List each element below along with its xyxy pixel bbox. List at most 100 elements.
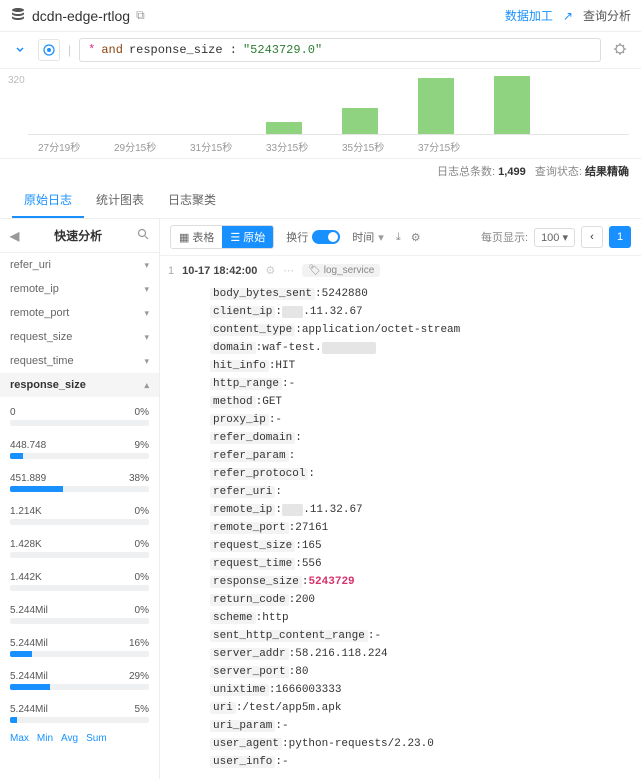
facet-bar [10,453,23,459]
kv-key: user_info [210,756,275,768]
view-raw-button[interactable]: ☰ 原始 [222,226,273,248]
log-kv[interactable]: request_size:165 [210,537,633,555]
link-data-processing[interactable]: 数据加工 [505,7,553,24]
new-window-icon[interactable]: ↗ [563,9,573,23]
target-icon[interactable] [38,39,60,61]
log-kv[interactable]: uri:/test/app5m.apk [210,699,633,717]
pager-current[interactable]: 1 [609,226,631,248]
log-toolbar: ▦ 表格 ☰ 原始 换行 时间 ▾ ⤓ ⚙ 每页显示: 100 [160,219,641,256]
facet-row[interactable]: 1.442K0% [0,562,159,595]
view-table-button[interactable]: ▦ 表格 [171,226,222,248]
chart-bar[interactable] [418,78,454,134]
log-kv[interactable]: proxy_ip:- [210,411,633,429]
tab-log-cluster[interactable]: 日志聚类 [156,183,228,218]
log-kv[interactable]: user_agent:python-requests/2.23.0 [210,735,633,753]
field-label: request_time [10,355,74,367]
tab-stats-chart[interactable]: 统计图表 [84,183,156,218]
log-settings-icon[interactable]: ⚙ [265,264,275,277]
search-icon[interactable] [137,228,149,243]
kv-value: 165 [302,540,322,552]
link-query-analysis[interactable]: 查询分析 [583,7,631,24]
pager-prev[interactable]: ‹ [581,226,603,248]
facet-pct: 0% [135,539,149,550]
facet-pct: 38% [129,473,149,484]
agg-avg[interactable]: Avg [61,733,78,744]
log-more-icon[interactable]: ⋯ [283,264,294,277]
log-kv[interactable]: http_range:- [210,375,633,393]
view-table-label: 表格 [192,229,214,245]
chart-bar[interactable] [266,122,302,134]
chart-xlabels: 27分19秒29分15秒31分15秒33分15秒35分15秒37分15秒 [28,139,629,154]
facet-row[interactable]: 448.7489% [0,430,159,463]
kv-key: request_time [210,558,295,570]
page-size-select[interactable]: 100 ▾ [534,228,575,247]
agg-min[interactable]: Min [37,733,53,744]
facet-row[interactable]: 00% [0,397,159,430]
agg-sum[interactable]: Sum [86,733,107,744]
kv-value: - [374,630,381,642]
agg-max[interactable]: Max [10,733,29,744]
query-settings-icon[interactable] [609,42,631,59]
log-kv[interactable]: unixtime:1666003333 [210,681,633,699]
facet-bar-wrap [10,618,149,624]
field-label: remote_port [10,307,69,319]
log-kv[interactable]: server_port:80 [210,663,633,681]
facet-row[interactable]: 5.244Mil0% [0,595,159,628]
tok-star: * [88,43,95,57]
collapse-icon[interactable]: ◀ [10,229,19,243]
expand-chevron[interactable] [10,40,30,60]
download-icon[interactable]: ⤓ [396,231,401,244]
query-input[interactable]: * and response_size : "5243729.0" [79,38,601,62]
sidebar-field-request_time[interactable]: request_time▾ [0,349,159,373]
log-kv[interactable]: hit_info:HIT [210,357,633,375]
log-index: 1 [168,265,174,277]
kv-key: server_port [210,666,289,678]
toolbar-left: ▦ 表格 ☰ 原始 换行 时间 ▾ ⤓ ⚙ [170,225,421,249]
log-kv[interactable]: server_addr:58.216.118.224 [210,645,633,663]
log-kv[interactable]: domain:waf-test.xxxxxxx [210,339,633,357]
wrap-toggle[interactable] [312,230,340,244]
log-kv[interactable]: scheme:http [210,609,633,627]
sidebar-field-request_size[interactable]: request_size▾ [0,325,159,349]
sidebar-field-refer_uri[interactable]: refer_uri▾ [0,253,159,277]
log-kv[interactable]: refer_param: [210,447,633,465]
x-tick: 33分15秒 [266,139,302,154]
log-kv[interactable]: refer_domain: [210,429,633,447]
copy-icon[interactable]: ⧉ [136,8,145,23]
log-kv[interactable]: sent_http_content_range:- [210,627,633,645]
log-kv[interactable]: body_bytes_sent:5242880 [210,285,633,303]
x-tick: 27分19秒 [38,139,74,154]
chart-bar[interactable] [342,108,378,134]
sidebar-field-response_size[interactable]: response_size▴ [0,373,159,397]
log-kv[interactable]: client_ip:xx.11.32.67 [210,303,633,321]
facet-row[interactable]: 451.88938% [0,463,159,496]
facet-row[interactable]: 5.244Mil5% [0,694,159,727]
facet-row[interactable]: 1.428K0% [0,529,159,562]
log-kv[interactable]: remote_port:27161 [210,519,633,537]
sidebar-field-remote_port[interactable]: remote_port▾ [0,301,159,325]
log-tag-label: log_service [324,265,375,276]
log-kv[interactable]: return_code:200 [210,591,633,609]
y-tick: 320 [8,75,25,86]
log-kv[interactable]: uri_param:- [210,717,633,735]
facet-footer: Max Min Avg Sum [0,727,159,750]
log-kv[interactable]: method:GET [210,393,633,411]
kv-key: domain [210,342,256,354]
chevron-down-icon[interactable]: ▾ [378,231,384,244]
tab-raw-logs[interactable]: 原始日志 [12,183,84,218]
total-value: 1,499 [498,166,526,178]
settings-icon[interactable]: ⚙ [411,231,421,244]
facet-row[interactable]: 1.214K0% [0,496,159,529]
sidebar-field-remote_ip[interactable]: remote_ip▾ [0,277,159,301]
chart-bar[interactable] [494,76,530,134]
facet-bar [10,684,50,690]
log-kv[interactable]: response_size:5243729 [210,573,633,591]
facet-row[interactable]: 5.244Mil16% [0,628,159,661]
log-kv[interactable]: content_type:application/octet-stream [210,321,633,339]
page-size-label: 每页显示: [481,229,528,245]
facet-row[interactable]: 5.244Mil29% [0,661,159,694]
log-kv[interactable]: refer_uri: [210,483,633,501]
log-kv[interactable]: refer_protocol: [210,465,633,483]
log-kv[interactable]: user_info:- [210,753,633,771]
log-kv[interactable]: remote_ip:xx.11.32.67 [210,501,633,519]
